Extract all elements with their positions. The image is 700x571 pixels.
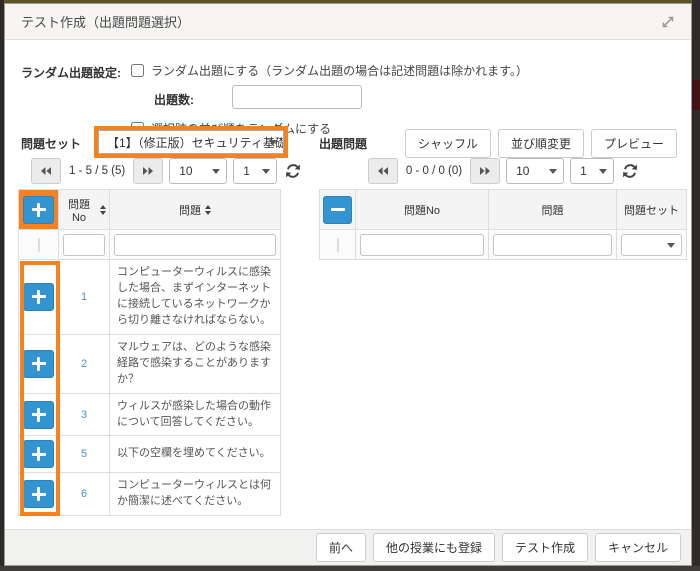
filter-question-input[interactable] — [114, 234, 276, 256]
page-size-value: 10 — [516, 164, 529, 178]
selected-list-pager: 0 - 0 / 0 (0) 10 1 — [319, 158, 687, 184]
question-list-pager: 1 - 5 / 5 (5) 10 1 — [31, 158, 301, 184]
filter-disabled-button — [38, 238, 40, 252]
dialog-footer: 前へ 他の授業にも登録 テスト作成 キャンセル — [5, 529, 691, 565]
test-creation-dialog: テスト作成（出題問題選択） ランダム出題設定: ランダム出題にする（ランダム出題… — [4, 3, 692, 566]
plus-icon — [32, 487, 46, 501]
cancel-button[interactable]: キャンセル — [595, 533, 681, 562]
add-all-button[interactable] — [23, 196, 54, 224]
chevron-down-icon — [262, 169, 270, 174]
table-row: 3 ウィルスが感染した場合の動作について回答してください。 — [19, 393, 281, 436]
filter-question-no-input[interactable] — [360, 234, 484, 256]
page-number-value: 1 — [243, 164, 250, 178]
chevron-down-icon — [212, 169, 220, 174]
question-set-highlight: 【1】（修正版）セキュリティ基礎知識 — [94, 126, 288, 158]
minus-icon — [331, 203, 345, 217]
question-no[interactable]: 1 — [59, 260, 110, 335]
table-row: 1 コンピューターウィルスに感染した場合、まずインターネットに接続しているネット… — [19, 260, 281, 335]
column-header-question[interactable]: 問題 — [110, 190, 281, 230]
filter-question-set-select[interactable] — [621, 234, 682, 256]
question-no[interactable]: 5 — [59, 436, 110, 473]
filter-question-no-input[interactable] — [63, 234, 105, 256]
remove-all-cell — [320, 190, 356, 230]
chevron-down-icon — [599, 169, 607, 174]
add-question-button[interactable] — [23, 283, 54, 311]
question-action-buttons: シャッフル 並び順変更 プレビュー — [405, 129, 677, 158]
page-number-value: 1 — [580, 164, 587, 178]
table-row: 2 マルウェアは、どのような感染経路で感染することがありますか？ — [19, 334, 281, 393]
page-number-select[interactable]: 1 — [570, 158, 614, 184]
column-header-question[interactable]: 問題 — [489, 190, 617, 230]
dialog-body: ランダム出題設定: ランダム出題にする（ランダム出題の場合は記述問題は除かれます… — [5, 40, 691, 529]
filter-question-input[interactable] — [493, 234, 612, 256]
random-settings-label: ランダム出題設定: — [21, 64, 121, 81]
question-set-select[interactable]: 【1】（修正版）セキュリティ基礎知識 — [98, 130, 284, 154]
column-header-question-set[interactable]: 問題セット — [617, 190, 687, 230]
random-question-checkbox-label: ランダム出題にする（ランダム出題の場合は記述問題は除かれます。） — [151, 62, 528, 79]
available-questions-table: 問題No 問題 — [18, 189, 281, 516]
create-test-button[interactable]: テスト作成 — [502, 533, 588, 562]
prev-page-button[interactable] — [31, 158, 61, 184]
page-background: テスト作成（出題問題選択） ランダム出題設定: ランダム出題にする（ランダム出題… — [0, 0, 700, 571]
plus-icon — [32, 357, 46, 371]
sort-icon — [205, 205, 211, 215]
chevron-down-icon — [667, 243, 675, 248]
page-size-value: 10 — [179, 164, 192, 178]
column-header-question-no[interactable]: 問題No — [356, 190, 489, 230]
add-question-button[interactable] — [23, 480, 54, 508]
previous-button[interactable]: 前へ — [316, 533, 366, 562]
refresh-icon[interactable] — [285, 163, 301, 179]
plus-icon — [32, 408, 46, 422]
column-header-question-no[interactable]: 問題No — [59, 190, 110, 230]
selected-questions-table: 問題No 問題 問題セット — [319, 189, 687, 260]
question-no[interactable]: 3 — [59, 393, 110, 436]
prev-page-button[interactable] — [368, 158, 398, 184]
page-size-select[interactable]: 10 — [506, 158, 564, 184]
table-row: 6 コンピューターウィルスとは何か簡潔に述べてください。 — [19, 473, 281, 516]
question-count-label: 出題数: — [154, 91, 194, 108]
reorder-button[interactable]: 並び順変更 — [498, 129, 584, 158]
question-text: コンピューターウィルスとは何か簡潔に述べてください。 — [110, 473, 281, 516]
refresh-icon[interactable] — [622, 163, 638, 179]
pager-range-text: 0 - 0 / 0 (0) — [404, 165, 464, 177]
question-set-selected-value: 【1】（修正版）セキュリティ基礎知識 — [107, 134, 284, 151]
page-size-select[interactable]: 10 — [169, 158, 227, 184]
page-number-select[interactable]: 1 — [233, 158, 277, 184]
add-all-highlight — [19, 190, 59, 230]
shuffle-button[interactable]: シャッフル — [405, 129, 491, 158]
question-text: 以下の空欄を埋めてください。 — [110, 436, 281, 473]
plus-icon — [32, 203, 46, 217]
random-question-checkbox-row: ランダム出題にする（ランダム出題の場合は記述問題は除かれます。） — [131, 62, 528, 79]
add-question-button[interactable] — [23, 350, 54, 378]
dialog-titlebar: テスト作成（出題問題選択） — [5, 4, 691, 40]
add-question-button[interactable] — [23, 440, 54, 468]
plus-icon — [32, 447, 46, 461]
question-set-label: 問題セット — [21, 135, 81, 152]
question-text: マルウェアは、どのような感染経路で感染することがありますか？ — [110, 334, 281, 393]
background-edge-accent — [692, 80, 700, 110]
next-page-button[interactable] — [470, 158, 500, 184]
random-question-checkbox[interactable] — [131, 64, 144, 77]
next-page-button[interactable] — [133, 158, 163, 184]
remove-all-button[interactable] — [323, 196, 352, 224]
question-no[interactable]: 6 — [59, 473, 110, 516]
filter-disabled-button — [337, 238, 339, 252]
question-count-input[interactable] — [232, 85, 362, 109]
sort-icon — [100, 205, 106, 215]
question-text: コンピューターウィルスに感染した場合、まずインターネットに接続しているネットワー… — [110, 260, 281, 335]
background-edge-bottom — [0, 566, 700, 571]
question-text: ウィルスが感染した場合の動作について回答してください。 — [110, 393, 281, 436]
add-question-button[interactable] — [23, 401, 54, 429]
pager-range-text: 1 - 5 / 5 (5) — [67, 165, 127, 177]
chevron-down-icon — [549, 169, 557, 174]
preview-button[interactable]: プレビュー — [591, 129, 677, 158]
dialog-title: テスト作成（出題問題選択） — [21, 12, 190, 31]
plus-icon — [32, 290, 46, 304]
chevron-down-icon — [269, 140, 277, 145]
selected-questions-label: 出題問題 — [319, 135, 367, 152]
expand-icon[interactable] — [659, 13, 677, 31]
register-other-classes-button[interactable]: 他の授業にも登録 — [373, 533, 495, 562]
question-no[interactable]: 2 — [59, 334, 110, 393]
table-row: 5 以下の空欄を埋めてください。 — [19, 436, 281, 473]
